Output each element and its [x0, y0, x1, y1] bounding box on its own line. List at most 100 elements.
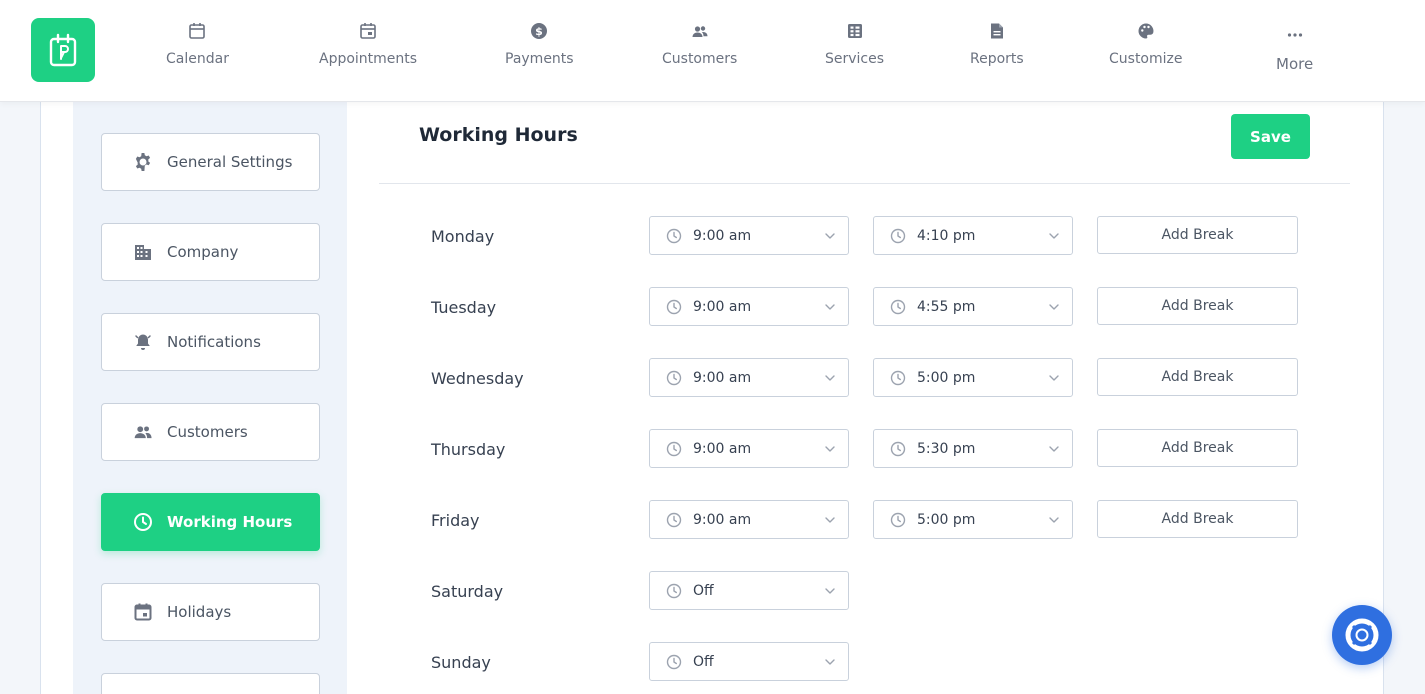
sidebar-item-notifications[interactable]: Notifications: [101, 313, 320, 371]
clock-icon: [666, 654, 682, 670]
start-time-select[interactable]: 9:00 am: [649, 358, 849, 397]
time-value: 9:00 am: [693, 440, 752, 457]
nav-more[interactable]: More: [1276, 24, 1313, 84]
sidebar-item-customers[interactable]: Customers: [101, 403, 320, 461]
clock-icon: [890, 370, 906, 386]
clock-icon: [890, 299, 906, 315]
start-time-select[interactable]: Off: [649, 642, 849, 681]
time-value: 5:00 pm: [917, 369, 976, 386]
nav-customize[interactable]: Customize: [1109, 20, 1183, 80]
time-value: 5:00 pm: [917, 511, 976, 528]
clock-icon: [890, 512, 906, 528]
time-value: 4:55 pm: [917, 298, 976, 315]
sidebar-item-label: Working Hours: [167, 513, 293, 531]
time-value: 9:00 am: [693, 369, 752, 386]
sidebar-item-label: Company: [167, 243, 239, 261]
end-time-select[interactable]: 5:00 pm: [873, 358, 1073, 397]
add-break-button[interactable]: Add Break: [1097, 500, 1298, 538]
save-button[interactable]: Save: [1231, 114, 1310, 159]
start-time-select[interactable]: 9:00 am: [649, 500, 849, 539]
add-break-button[interactable]: Add Break: [1097, 358, 1298, 396]
start-time-select[interactable]: Off: [649, 571, 849, 610]
day-label: Monday: [431, 227, 495, 246]
add-break-button[interactable]: Add Break: [1097, 287, 1298, 325]
calendar-icon: [132, 601, 154, 623]
nav-payments[interactable]: $ Payments: [505, 20, 574, 80]
nav-customize-label: Customize: [1109, 51, 1183, 67]
clock-icon: [666, 441, 682, 457]
add-break-button[interactable]: Add Break: [1097, 216, 1298, 254]
users-icon: [690, 20, 710, 42]
app-logo[interactable]: [31, 18, 95, 82]
chevron-down-icon: [1048, 372, 1060, 384]
clock-icon: [666, 512, 682, 528]
chevron-down-icon: [824, 372, 836, 384]
nav-reports[interactable]: Reports: [970, 20, 1024, 80]
chevron-down-icon: [824, 656, 836, 668]
clock-icon: [666, 370, 682, 386]
nav-more-label: More: [1276, 55, 1314, 73]
day-label: Thursday: [431, 440, 506, 459]
sidebar-item-working-hours[interactable]: Working Hours: [101, 493, 320, 551]
document-icon: [987, 20, 1007, 42]
time-value: Off: [693, 653, 714, 670]
header-divider: [379, 183, 1350, 184]
day-label: Sunday: [431, 653, 491, 672]
time-value: 4:10 pm: [917, 227, 976, 244]
chevron-down-icon: [824, 230, 836, 242]
start-time-select[interactable]: 9:00 am: [649, 429, 849, 468]
logo-icon: [49, 33, 77, 67]
nav-customers-label: Customers: [662, 51, 738, 67]
nav-services[interactable]: Services: [825, 20, 884, 80]
nav-payments-label: Payments: [505, 51, 574, 67]
nav-appointments-label: Appointments: [319, 51, 418, 67]
chevron-down-icon: [824, 585, 836, 597]
end-time-select[interactable]: 4:10 pm: [873, 216, 1073, 255]
nav-calendar-label: Calendar: [166, 51, 229, 67]
help-button[interactable]: [1332, 605, 1392, 665]
chevron-down-icon: [824, 301, 836, 313]
day-label: Wednesday: [431, 369, 524, 388]
nav-services-label: Services: [825, 51, 885, 67]
calendar-icon: [187, 20, 207, 42]
clock-icon: [132, 511, 154, 533]
lifebuoy-icon: [1345, 618, 1379, 652]
sidebar-item-holidays[interactable]: Holidays: [101, 583, 320, 641]
clock-icon: [666, 299, 682, 315]
calendar-icon: [132, 682, 154, 694]
time-value: Off: [693, 582, 714, 599]
end-time-select[interactable]: 5:00 pm: [873, 500, 1073, 539]
start-time-select[interactable]: 9:00 am: [649, 216, 849, 255]
gear-icon: [132, 151, 154, 173]
grid-icon: [845, 20, 865, 42]
calendar-check-icon: [358, 20, 378, 42]
palette-icon: [1136, 20, 1156, 42]
sidebar-item-partial[interactable]: [101, 673, 320, 694]
nav-customers[interactable]: Customers: [662, 20, 737, 80]
sidebar-item-company[interactable]: Company: [101, 223, 320, 281]
clock-icon: [890, 228, 906, 244]
sidebar-item-label: Notifications: [167, 333, 261, 351]
end-time-select[interactable]: 4:55 pm: [873, 287, 1073, 326]
chevron-down-icon: [1048, 514, 1060, 526]
nav-reports-label: Reports: [970, 51, 1024, 67]
time-value: 9:00 am: [693, 298, 752, 315]
building-icon: [132, 241, 154, 263]
nav-appointments[interactable]: Appointments: [319, 20, 417, 80]
dollar-icon: $: [529, 20, 549, 42]
day-label: Friday: [431, 511, 480, 530]
top-navigation-bar: Calendar Appointments $ Payments Custome…: [0, 0, 1425, 102]
sidebar-item-label: General Settings: [167, 153, 293, 171]
chevron-down-icon: [824, 443, 836, 455]
sidebar-item-general-settings[interactable]: General Settings: [101, 133, 320, 191]
chevron-down-icon: [824, 514, 836, 526]
start-time-select[interactable]: 9:00 am: [649, 287, 849, 326]
time-value: 5:30 pm: [917, 440, 976, 457]
time-value: 9:00 am: [693, 227, 752, 244]
svg-text:$: $: [535, 25, 543, 38]
time-value: 9:00 am: [693, 511, 752, 528]
nav-calendar[interactable]: Calendar: [166, 20, 229, 80]
add-break-button[interactable]: Add Break: [1097, 429, 1298, 467]
end-time-select[interactable]: 5:30 pm: [873, 429, 1073, 468]
clock-icon: [890, 441, 906, 457]
